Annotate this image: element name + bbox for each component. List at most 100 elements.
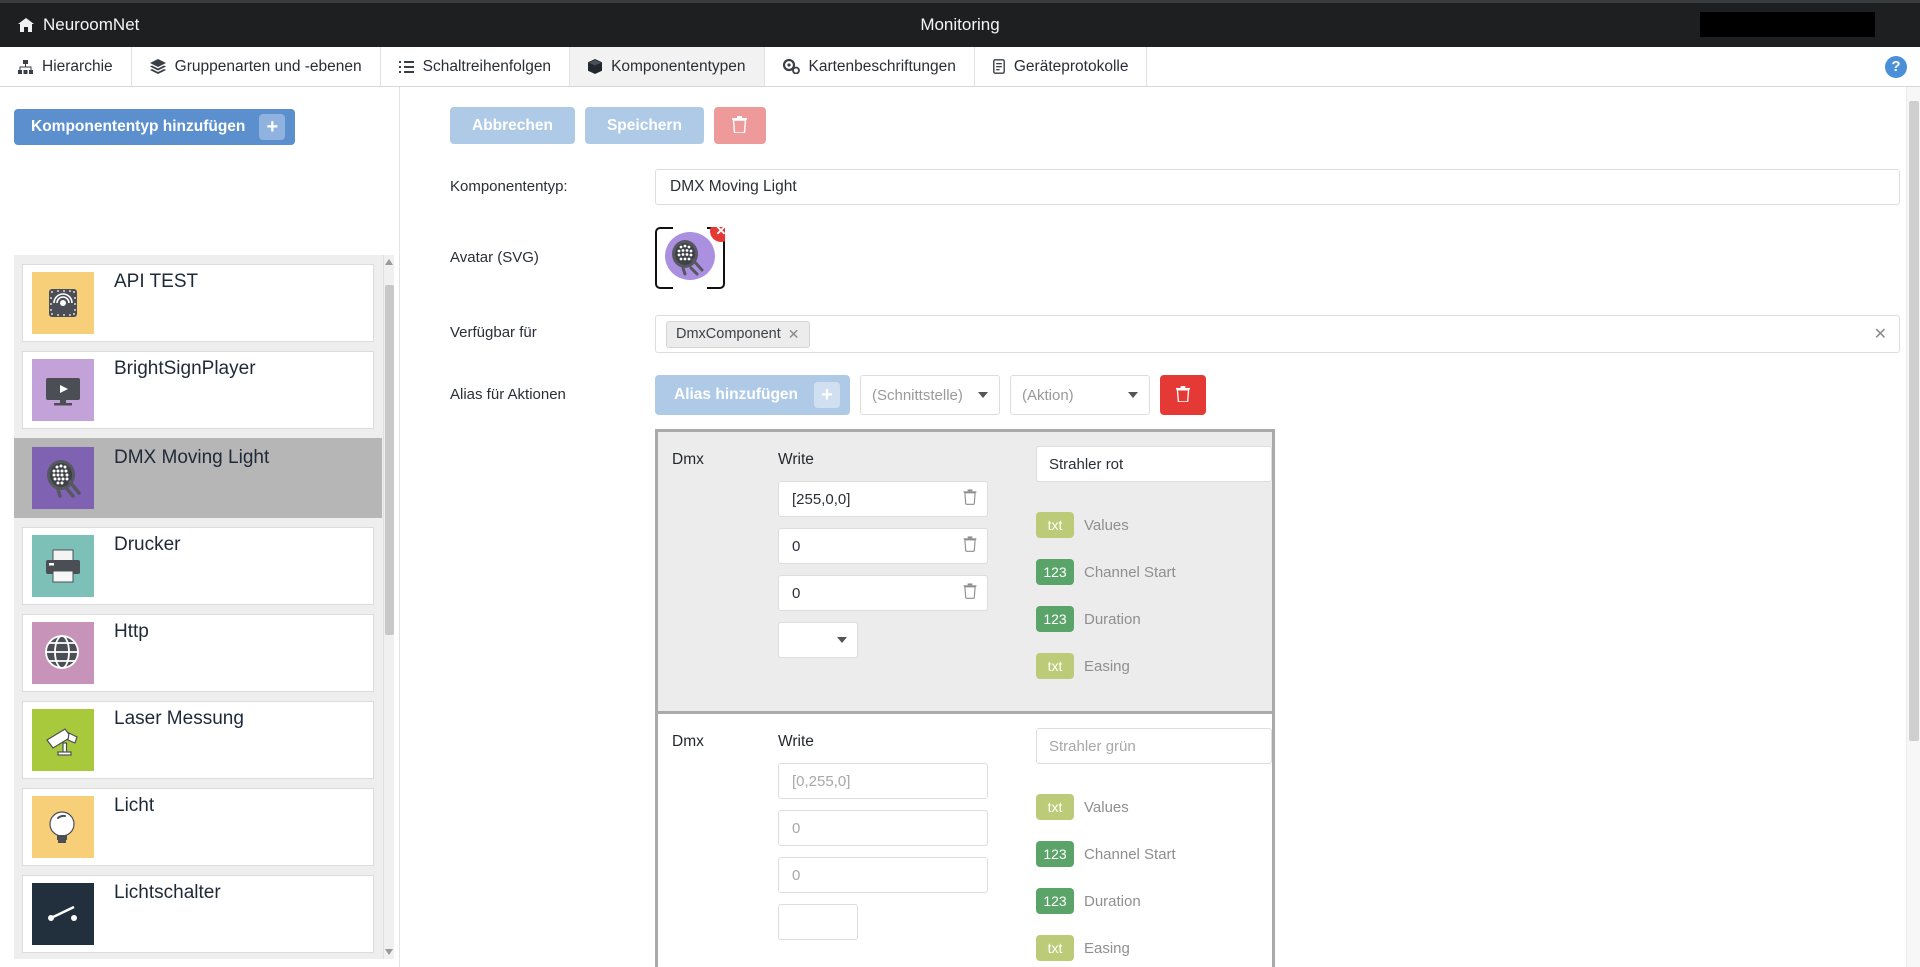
brand[interactable]: NeuroomNet (18, 15, 139, 35)
sidebar-scrollbar[interactable] (383, 255, 394, 959)
field-type-badge: 123 (1036, 606, 1074, 632)
component-type-item[interactable]: Laser Messung (22, 701, 374, 779)
tab-hierarchie[interactable]: Hierarchie (0, 47, 132, 86)
alias-label: Alias für Aktionen (450, 375, 655, 403)
card-value-text: 0 (792, 867, 800, 884)
card-alias-input[interactable]: Strahler grün (1036, 728, 1272, 764)
tag-remove-icon[interactable]: ✕ (788, 326, 800, 343)
api-sensor-icon (32, 272, 94, 334)
card-value-text: [255,0,0] (792, 491, 850, 508)
card-value-text: 0 (792, 585, 800, 602)
cube-icon (588, 59, 602, 74)
card-value-input[interactable]: 0 (778, 528, 988, 564)
alias-card: DmxWrite[0,255,0]00Strahler grüntxtValue… (655, 711, 1275, 967)
add-component-type-button[interactable]: Komponententyp hinzufügen + (14, 109, 295, 145)
main-area: Komponententyp hinzufügen + API TEST Brig… (0, 87, 1920, 967)
field-type-badge: txt (1036, 935, 1074, 961)
interface-select[interactable]: (Schnittstelle) (860, 375, 1000, 415)
content-pane: Abbrechen Speichern Komponententyp: DMX … (400, 87, 1920, 967)
sidebar-scrollbar-thumb[interactable] (385, 285, 394, 635)
plus-icon: + (814, 382, 840, 408)
tab-label: Geräteprotokolle (1014, 58, 1129, 76)
card-value-input[interactable]: 0 (778, 810, 988, 846)
komponententyp-input[interactable]: DMX Moving Light (655, 169, 1900, 205)
save-button[interactable]: Speichern (585, 107, 704, 144)
component-type-name: Laser Messung (114, 708, 244, 730)
form-action-bar: Abbrechen Speichern (400, 87, 1920, 144)
globe-icon (32, 622, 94, 684)
add-alias-button[interactable]: Alias hinzufügen + (655, 375, 850, 415)
clear-field-trash-icon[interactable] (963, 489, 977, 509)
clear-field-trash-icon[interactable] (963, 536, 977, 556)
field-type-badge: 123 (1036, 841, 1074, 867)
card-value-text: 0 (792, 820, 800, 837)
field-label: Channel Start (1084, 564, 1176, 581)
component-type-name: Lichtschalter (114, 882, 221, 904)
chevron-down-icon (1128, 392, 1138, 398)
gears-icon (783, 59, 800, 74)
avatar-preview[interactable]: ✕ (655, 227, 725, 289)
field-label: Easing (1084, 940, 1130, 957)
redacted-region (1700, 12, 1875, 37)
tab-geraeteprotokolle[interactable]: Geräteprotokolle (975, 47, 1148, 86)
content-scrollbar-thumb[interactable] (1909, 101, 1919, 741)
verfuegbar-label: Verfügbar für (450, 315, 655, 341)
par-light-icon (32, 447, 94, 509)
field-label: Channel Start (1084, 846, 1176, 863)
cancel-button[interactable]: Abbrechen (450, 107, 575, 144)
tab-komponententypen[interactable]: Komponententypen (570, 47, 764, 86)
card-action-label: Write (778, 728, 1022, 763)
delete-alias-button[interactable] (1160, 375, 1206, 415)
component-type-item[interactable]: Drucker (22, 527, 374, 605)
clear-field-trash-icon[interactable] (963, 583, 977, 603)
plus-icon: + (259, 114, 285, 140)
scroll-up-arrow-icon[interactable] (385, 259, 393, 265)
field-label: Duration (1084, 893, 1141, 910)
tab-schaltreihenfolgen[interactable]: Schaltreihenfolgen (381, 47, 570, 86)
component-type-name: DMX Moving Light (114, 447, 269, 469)
home-icon (18, 18, 34, 33)
clear-icon[interactable]: ✕ (1874, 324, 1887, 344)
card-value-input[interactable]: [0,255,0] (778, 763, 988, 799)
row-alias: Alias für Aktionen Alias hinzufügen + (S… (400, 375, 1900, 415)
component-type-item[interactable]: API TEST (22, 264, 374, 342)
tab-kartenbeschriftungen[interactable]: Kartenbeschriftungen (765, 47, 975, 86)
help-button[interactable]: ? (1885, 56, 1907, 78)
card-easing-select[interactable] (778, 904, 858, 940)
action-select-value: (Aktion) (1022, 387, 1074, 404)
card-field-badge-row: 123 Channel Start (1036, 836, 1272, 872)
component-type-item[interactable]: Http (22, 614, 374, 692)
tag-dmxcomponent[interactable]: DmxComponent ✕ (666, 321, 810, 348)
komponententyp-label: Komponententyp: (450, 169, 655, 195)
card-easing-select[interactable] (778, 622, 858, 658)
card-value-input[interactable]: 0 (778, 575, 988, 611)
card-field-badge-row: 123Channel Start (1036, 554, 1272, 590)
row-verfuegbar: Verfügbar für DmxComponent ✕ ✕ (400, 315, 1900, 353)
card-field-row: [0,255,0] (778, 763, 1022, 799)
card-field-badge-row: 123Duration (1036, 883, 1272, 919)
card-field-badge-row: 123Duration (1036, 601, 1272, 637)
component-type-item[interactable]: Lichtschalter (22, 875, 374, 953)
tab-gruppenarten[interactable]: Gruppenarten und -ebenen (132, 47, 381, 86)
verfuegbar-field[interactable]: DmxComponent ✕ ✕ (655, 315, 1900, 353)
component-type-item[interactable]: Licht (22, 788, 374, 866)
field-label: Easing (1084, 658, 1130, 675)
component-type-scroll[interactable]: API TEST BrightSignPlayer DMX Moving Light… (14, 255, 382, 959)
printer-icon (32, 535, 94, 597)
card-field-badge-row: txt Easing (1036, 930, 1272, 966)
delete-button[interactable] (714, 107, 766, 144)
card-value-text: [0,255,0] (792, 773, 850, 790)
action-select[interactable]: (Aktion) (1010, 375, 1150, 415)
card-value-input[interactable]: [255,0,0] (778, 481, 988, 517)
card-alias-input[interactable]: Strahler rot (1036, 446, 1272, 482)
layers-icon (150, 59, 166, 74)
card-field-badge-row: txtEasing (1036, 648, 1272, 684)
card-value-text: 0 (792, 538, 800, 555)
card-value-input[interactable]: 0 (778, 857, 988, 893)
content-scrollbar[interactable] (1906, 87, 1920, 967)
component-type-item[interactable]: BrightSignPlayer (22, 351, 374, 429)
remove-avatar-button[interactable]: ✕ (710, 220, 732, 242)
component-type-item[interactable]: DMX Moving Light (14, 438, 382, 518)
card-field-badge-row: txtValues (1036, 789, 1272, 825)
scroll-down-arrow-icon[interactable] (385, 949, 393, 955)
